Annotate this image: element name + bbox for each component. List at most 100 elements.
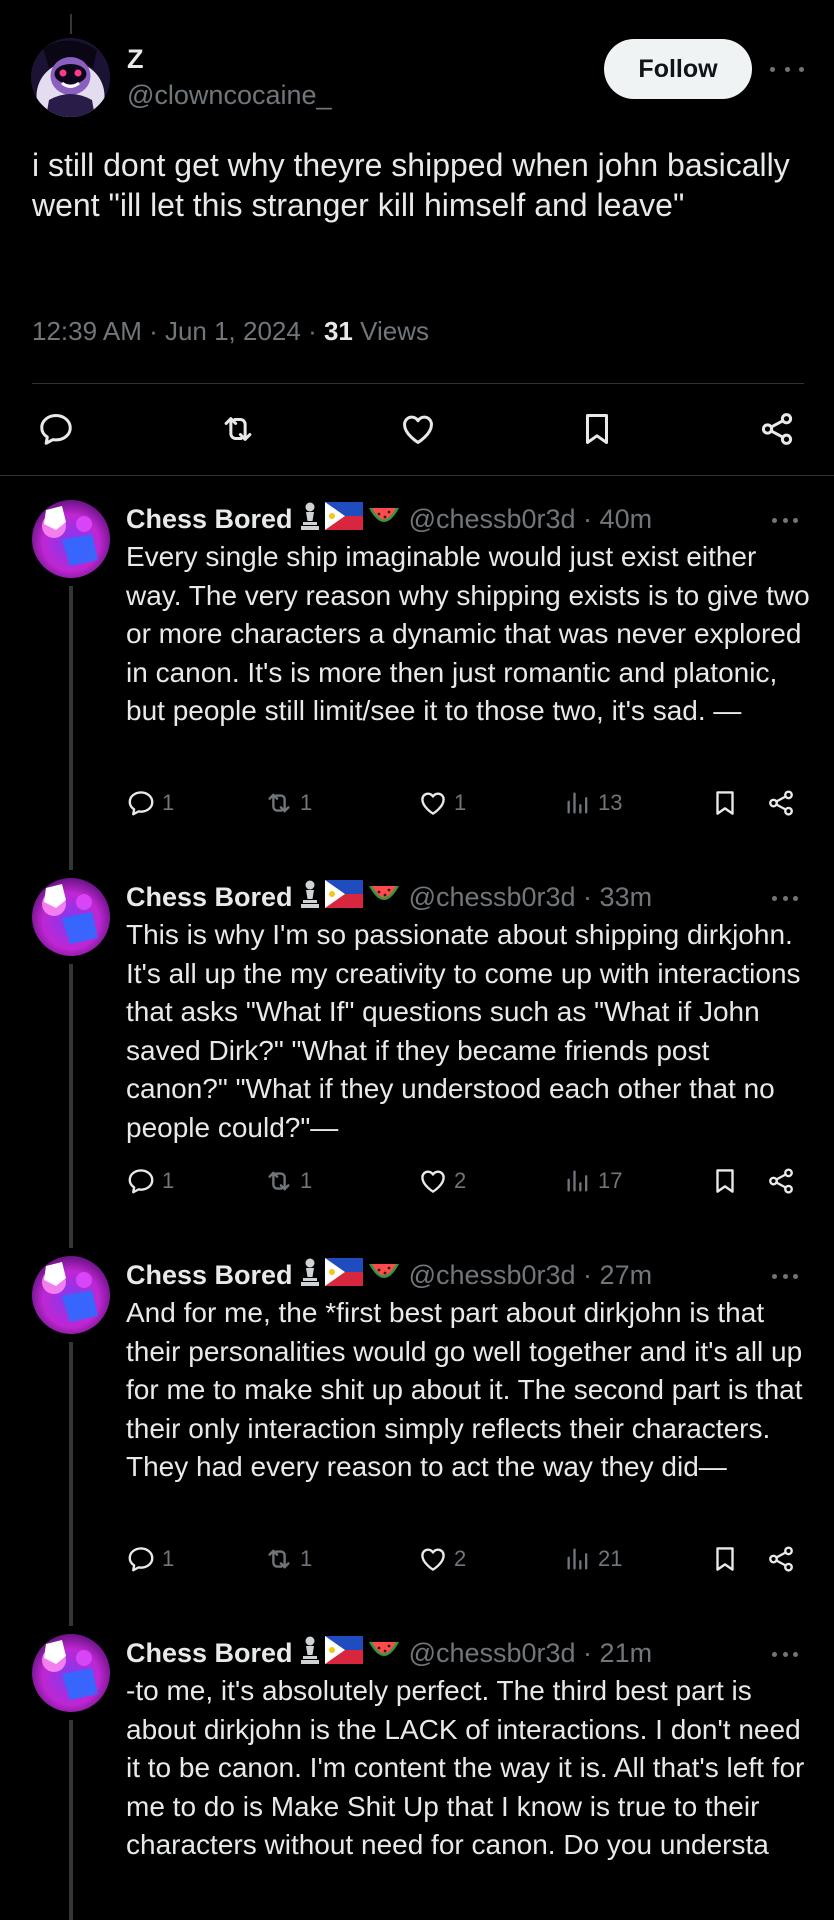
reply-count: 1 [162, 1168, 175, 1193]
author-name[interactable]: Chess Bored [126, 882, 293, 913]
reply-header: Chess Bored @chessb0r3d · 27m [126, 1257, 653, 1294]
author-name[interactable]: Chess Bored [126, 1638, 293, 1669]
retweet-button[interactable]: 1 [264, 1163, 312, 1199]
retweet-icon [264, 1544, 294, 1574]
retweet-icon[interactable] [214, 405, 262, 453]
views-label: Views [352, 316, 429, 346]
reply-button[interactable]: 1 [126, 1541, 174, 1577]
views-button[interactable]: 13 [564, 785, 622, 821]
author-name[interactable]: Chess Bored [126, 504, 293, 535]
reply-icon[interactable] [32, 405, 80, 453]
retweet-icon [264, 1166, 294, 1196]
reply-icon [126, 1544, 156, 1574]
more-options-icon[interactable] [772, 1272, 798, 1280]
views-count: 17 [598, 1168, 623, 1193]
like-button[interactable]: 2 [418, 1163, 466, 1199]
retweet-count: 1 [300, 790, 313, 815]
reply-text: This is why I'm so passionate about ship… [126, 919, 801, 1143]
reply-text: -to me, it's absolutely perfect. The thi… [126, 1675, 805, 1860]
thread-line [69, 1342, 73, 1626]
share-icon[interactable] [766, 785, 796, 821]
share-icon[interactable] [766, 1163, 796, 1199]
retweet-icon [264, 788, 294, 818]
reply-button[interactable]: 1 [126, 1163, 174, 1199]
philippines-flag-icon [324, 1257, 363, 1293]
like-icon [418, 788, 448, 818]
bookmark-icon[interactable] [710, 1163, 740, 1199]
name-emoji [299, 1257, 401, 1294]
watermelon-icon [367, 1258, 401, 1293]
reply-button[interactable]: 1 [126, 785, 174, 821]
like-button[interactable]: 2 [418, 1541, 466, 1577]
thread-line [69, 586, 73, 870]
author-handle[interactable]: @chessb0r3d · 21m [409, 1638, 653, 1669]
author-handle[interactable]: @chessb0r3d · 33m [409, 882, 653, 913]
reply-count: 1 [162, 1546, 175, 1571]
avatar[interactable] [32, 878, 110, 956]
reply-header: Chess Bored @chessb0r3d · 21m [126, 1635, 653, 1672]
chess-pawn-icon [299, 879, 321, 916]
thread-line-top [70, 14, 72, 34]
name-emoji [299, 1635, 401, 1672]
tweet-timestamp[interactable]: 12:39 AM · Jun 1, 2024 · [32, 316, 324, 346]
like-count: 2 [454, 1168, 467, 1193]
author-handle[interactable]: @clowncocaine_ [127, 80, 332, 111]
tweet-actions [32, 405, 804, 455]
views-count: 21 [598, 1546, 623, 1571]
views-button[interactable]: 21 [564, 1541, 622, 1577]
like-count: 1 [454, 790, 467, 815]
reply-header: Chess Bored @chessb0r3d · 40m [126, 501, 653, 538]
like-icon [418, 1544, 448, 1574]
author-name[interactable]: Chess Bored [126, 1260, 293, 1291]
avatar[interactable] [32, 1256, 110, 1334]
views-button[interactable]: 17 [564, 1163, 622, 1199]
chess-pawn-icon [299, 1257, 321, 1294]
more-options-icon[interactable] [772, 516, 798, 524]
more-options-icon[interactable] [770, 56, 804, 82]
views-count: 13 [598, 790, 623, 815]
retweet-count: 1 [300, 1168, 313, 1193]
watermelon-icon [367, 880, 401, 915]
avatar[interactable] [32, 500, 110, 578]
name-emoji [299, 879, 401, 916]
more-options-icon[interactable] [772, 1650, 798, 1658]
author-name[interactable]: Z [127, 44, 144, 75]
share-icon[interactable] [766, 1541, 796, 1577]
chess-pawn-icon [299, 501, 321, 538]
reply-text: Every single ship imaginable would just … [126, 541, 810, 726]
like-icon[interactable] [394, 405, 442, 453]
avatar-image [31, 38, 110, 117]
bookmark-icon[interactable] [710, 1541, 740, 1577]
retweet-button[interactable]: 1 [264, 1541, 312, 1577]
like-count: 2 [454, 1546, 467, 1571]
watermelon-icon [367, 502, 401, 537]
tweet-meta: 12:39 AM · Jun 1, 2024 · 31 Views [32, 316, 429, 347]
views-icon [564, 789, 592, 817]
philippines-flag-icon [324, 1635, 363, 1671]
avatar[interactable] [32, 1634, 110, 1712]
retweet-button[interactable]: 1 [264, 785, 312, 821]
philippines-flag-icon [324, 879, 363, 915]
reply-actions: 1 1 2 21 [126, 1541, 816, 1577]
tweet-text: i still dont get why theyre shipped when… [32, 147, 790, 223]
retweet-count: 1 [300, 1546, 313, 1571]
avatar[interactable] [31, 38, 110, 117]
reply-header: Chess Bored @chessb0r3d · 33m [126, 879, 653, 916]
reply-text: And for me, the *first best part about d… [126, 1297, 803, 1482]
author-handle[interactable]: @chessb0r3d · 40m [409, 504, 653, 535]
author-handle[interactable]: @chessb0r3d · 27m [409, 1260, 653, 1291]
bookmark-icon[interactable] [710, 785, 740, 821]
divider [0, 475, 834, 476]
views-icon [564, 1545, 592, 1573]
reply-actions: 1 1 2 17 [126, 1163, 816, 1199]
views-count[interactable]: 31 [324, 316, 353, 346]
bookmark-icon[interactable] [573, 405, 621, 453]
thread-line [69, 964, 73, 1248]
philippines-flag-icon [324, 501, 363, 537]
follow-button[interactable]: Follow [604, 39, 752, 99]
views-icon [564, 1167, 592, 1195]
name-emoji [299, 501, 401, 538]
more-options-icon[interactable] [772, 894, 798, 902]
like-button[interactable]: 1 [418, 785, 466, 821]
share-icon[interactable] [753, 405, 801, 453]
